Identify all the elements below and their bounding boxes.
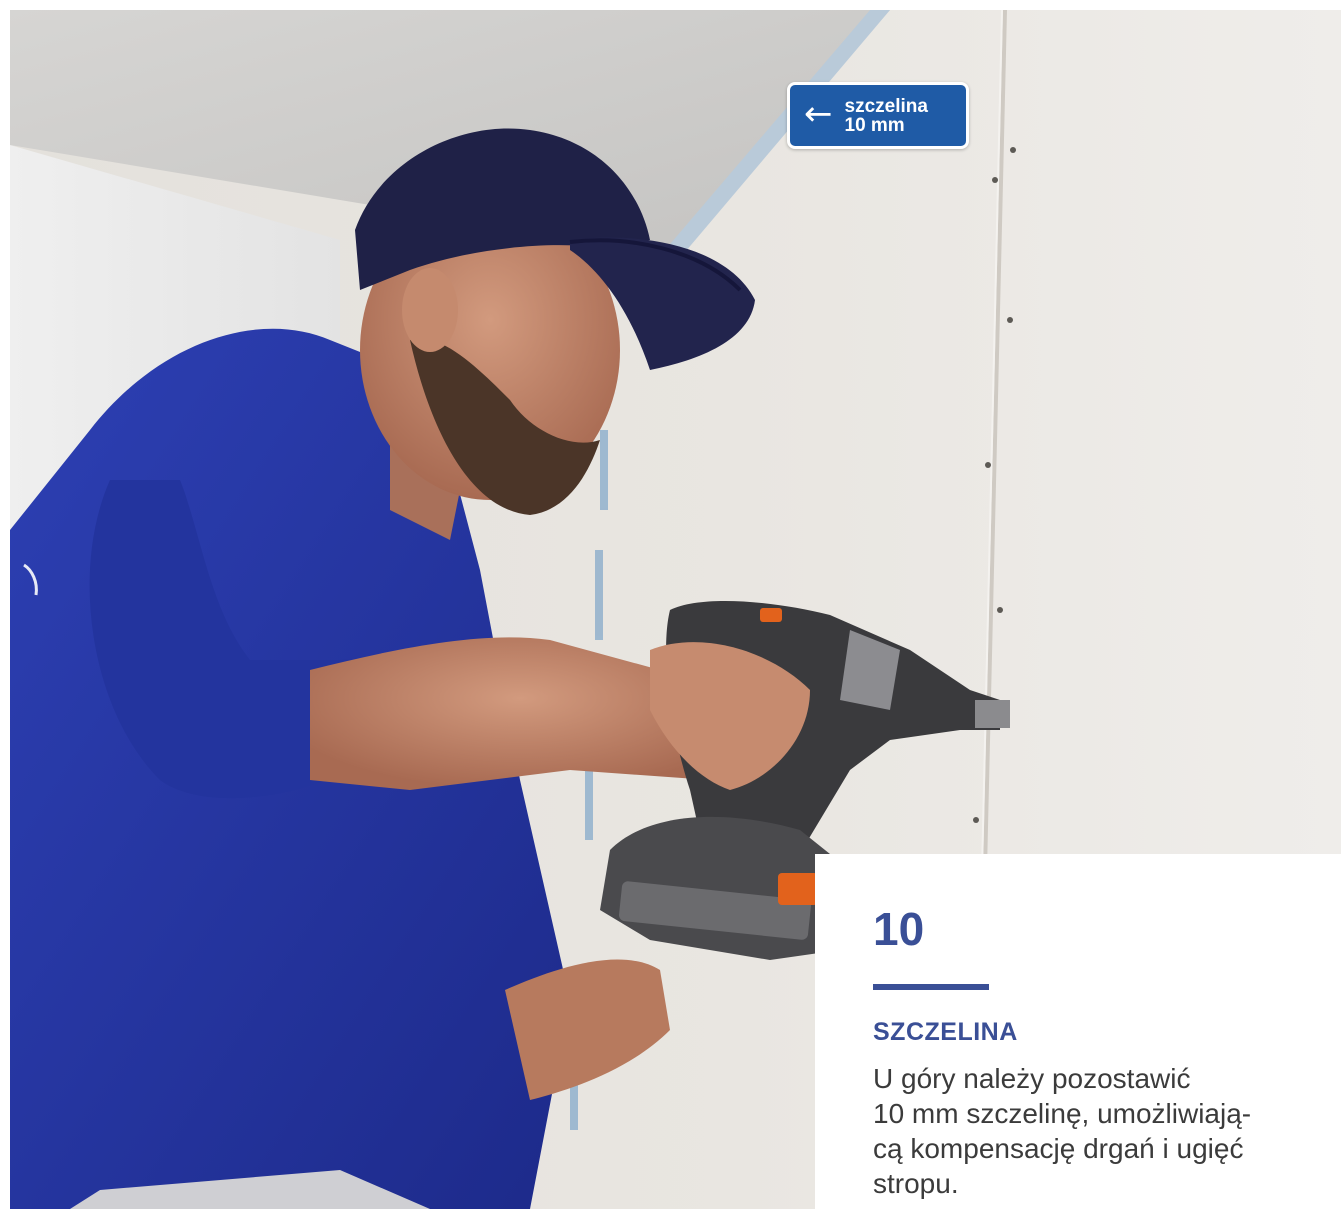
step-number: 10: [873, 903, 925, 955]
step-heading: SZCZELINA: [873, 1018, 1018, 1046]
step-description-line: U góry należy pozostawić: [873, 1063, 1191, 1094]
gap-callout-text: szczelina 10 mm: [845, 97, 928, 135]
step-divider: [873, 984, 989, 990]
gap-callout-line1: szczelina: [844, 95, 928, 117]
step-description-line: cą kompensację drgań i ugięć: [873, 1133, 1244, 1164]
gap-callout: ← szczelina 10 mm: [787, 82, 969, 149]
step-description-line: 10 mm szczelinę, umożliwiają-: [873, 1098, 1252, 1129]
step-description: U góry należy pozostawić 10 mm szczelinę…: [873, 1061, 1333, 1201]
left-arrow-icon: ←: [804, 93, 833, 134]
step-description-line: stropu.: [873, 1168, 959, 1199]
page: ← szczelina 10 mm 10 SZCZELINA U góry na…: [0, 0, 1341, 1209]
gap-callout-line2: 10 mm: [844, 114, 905, 136]
step-card: 10 SZCZELINA U góry należy pozostawić 10…: [815, 854, 1341, 1209]
